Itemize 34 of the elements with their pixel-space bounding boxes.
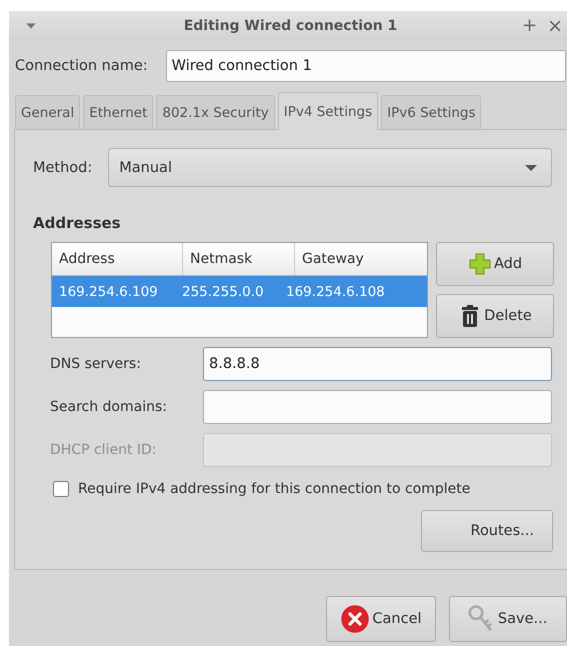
column-header[interactable]: Gateway <box>295 243 427 275</box>
delete-button[interactable]: Delete <box>436 294 554 338</box>
column-header[interactable]: Address <box>52 243 183 275</box>
routes-button[interactable]: Routes... <box>421 510 553 552</box>
field-label: Connection name: <box>15 58 148 74</box>
tab[interactable]: 802.1x Security <box>156 95 275 129</box>
tab[interactable]: Ethernet <box>83 95 154 129</box>
method-dropdown[interactable]: Manual <box>108 148 552 187</box>
tab[interactable]: IPv4 Settings <box>278 92 378 130</box>
save-button[interactable]: Save... <box>448 596 567 642</box>
checkbox[interactable] <box>53 481 69 497</box>
connection-name-field[interactable]: Wired connection 1 <box>166 50 566 82</box>
field-label: DNS servers: <box>50 356 142 372</box>
window-title: Editing Wired connection 1 <box>182 18 398 34</box>
cancel-icon <box>340 604 370 634</box>
table-cell-text: 169.254.6.109 <box>58 284 159 300</box>
tab[interactable]: IPv6 Settings <box>381 95 482 129</box>
input-field[interactable] <box>203 390 552 424</box>
field-label: Method: <box>33 160 92 176</box>
field-label: DHCP client ID: <box>50 442 158 458</box>
field-label: Search domains: <box>50 399 168 415</box>
add-button[interactable]: Add <box>436 242 554 286</box>
section-heading: Addresses <box>33 214 122 232</box>
column-header[interactable]: Netmask <box>183 243 295 275</box>
maximize-button[interactable]: + <box>522 16 538 36</box>
table-cell-text: 255.255.0.0 <box>181 284 265 300</box>
close-button[interactable]: × <box>547 16 563 36</box>
table-cell-text: 169.254.6.108 <box>285 284 386 300</box>
checkbox-label: Require IPv4 addressing for this connection to complete <box>78 481 470 497</box>
input-field[interactable]: 8.8.8.8 <box>203 347 552 381</box>
plus-icon <box>468 252 492 276</box>
cancel-button[interactable]: Cancel <box>326 596 436 642</box>
dropdown-arrow-icon <box>525 164 537 170</box>
tab[interactable]: General <box>15 95 80 129</box>
